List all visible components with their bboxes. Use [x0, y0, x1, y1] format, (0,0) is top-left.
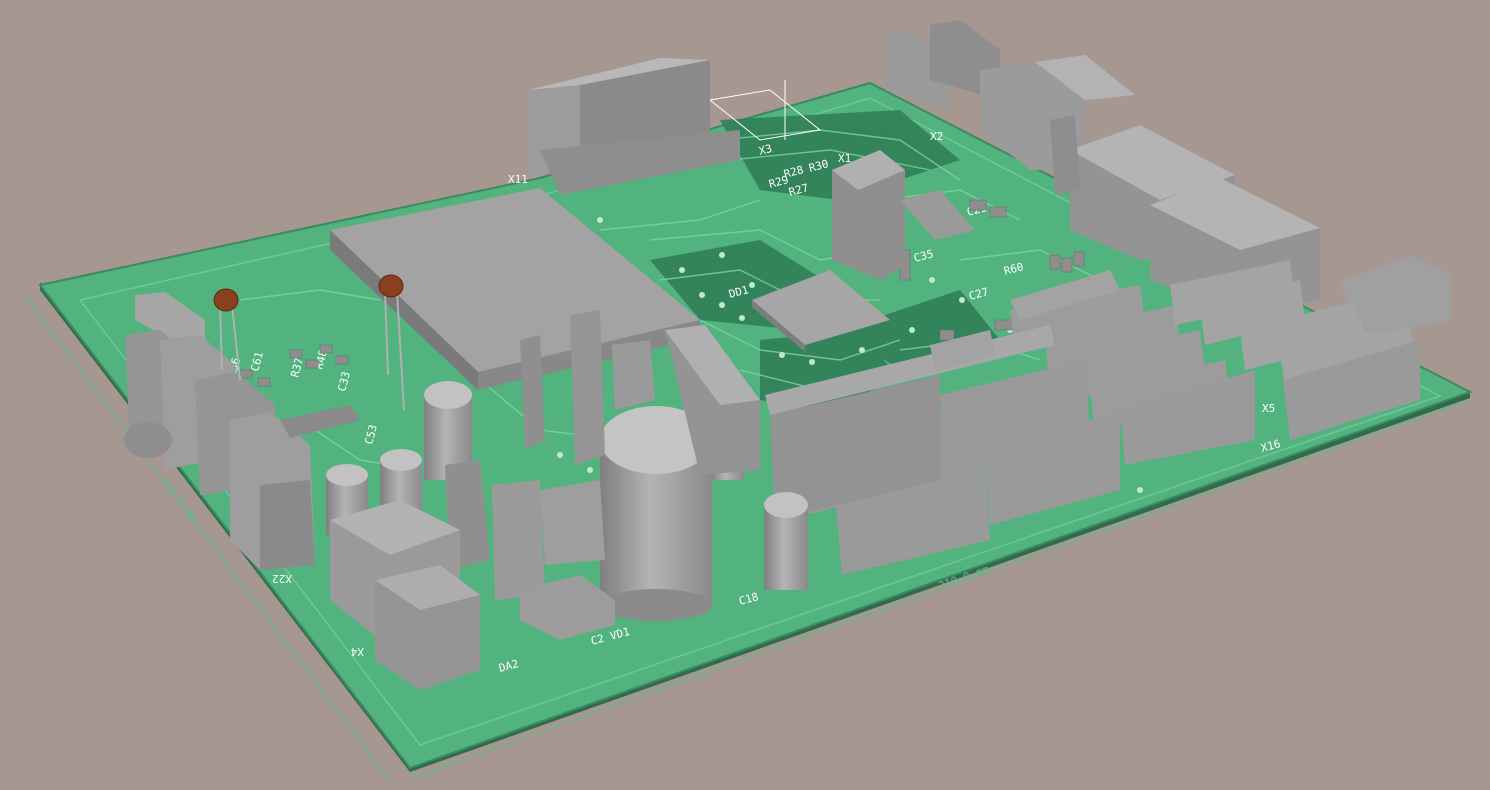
pcb-3d-viewport[interactable]: X11 X3 X1 X2 X5 X16 X4 X22 DA2 DD1 C2 VD… [0, 0, 1490, 786]
label-x5: X5 [1262, 402, 1275, 415]
label-x22: X22 [272, 572, 292, 585]
label-x2: X2 [930, 130, 943, 143]
pcb-3d-scene: X11 X3 X1 X2 X5 X16 X4 X22 DA2 DD1 C2 VD… [21, 20, 1473, 779]
label-x11: X11 [508, 173, 528, 186]
label-x4: X4 [350, 645, 364, 658]
